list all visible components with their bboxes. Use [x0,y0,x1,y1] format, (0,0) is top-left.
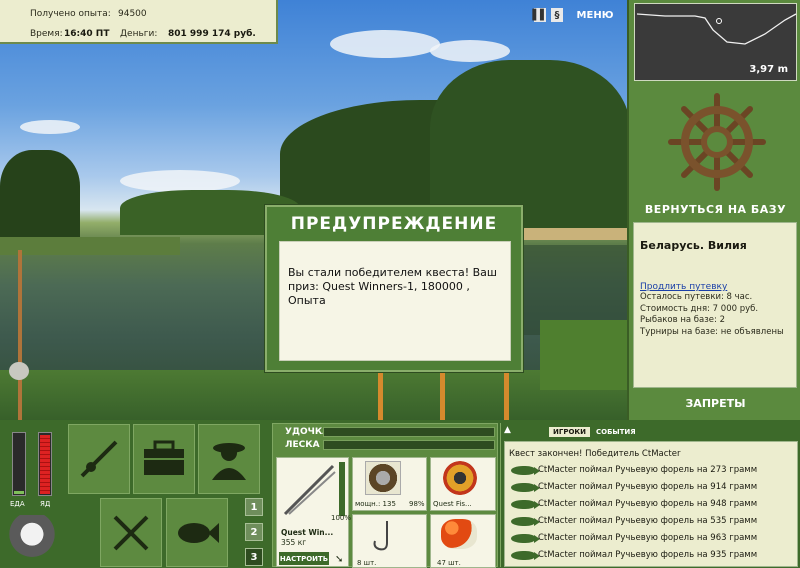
slot-button-3[interactable]: 3 [245,548,263,566]
rod-slot[interactable]: 100% Quest Win... 355 кг НАСТРОИТЬ ➘ [276,457,352,567]
lake-info: Беларусь. Вилия Продлить путевку Осталос… [633,222,797,388]
far-bank [0,237,180,255]
food-gauge [12,432,26,496]
bait-slot[interactable]: 47 шт. [430,514,496,568]
exp-value: 94500 [118,9,147,19]
rod-stand [440,372,445,420]
arrow-icon: ➘ [335,554,344,565]
fish-icon [511,500,540,509]
poison-fill [40,435,50,494]
rod-tension-bar [323,427,495,437]
dialog-message: Вы стали победителем квеста! Ваш приз: Q… [279,241,511,361]
line-slot[interactable]: Quest Fis... [430,457,496,511]
rod-tool-icon[interactable] [68,424,130,494]
extend-permit-link[interactable]: Продлить путевку [640,282,790,292]
reel-power: мощн.: 135 [355,500,396,508]
food-label: ЕДА [10,500,25,508]
bait-count: 47 шт. [437,559,461,567]
bait-image [441,519,477,549]
list-item: CtMacter поймал Ручьевую форель на 935 г… [538,550,758,560]
reel-slot[interactable]: мощн.: 135 98% [352,457,427,511]
cloud [20,120,80,134]
tab-events[interactable]: СОБЫТИЯ [596,428,636,436]
list-item: Квест закончен! Победитель CtMacter [509,449,681,459]
fish-icon [511,517,540,526]
cloud [120,170,240,192]
sound-icon[interactable]: § [551,8,563,22]
permit-remaining: Осталось путевки: 8 час. [640,292,753,302]
cloud [430,40,510,62]
rod-stand [504,372,509,420]
dialog-title: ПРЕДУПРЕЖДЕНИЕ [290,214,498,234]
fisherman-icon[interactable] [198,424,260,494]
line-tension-bar [323,440,495,450]
tackle-box-icon[interactable] [133,424,195,494]
list-item: CtMacter поймал Ручьевую форель на 914 г… [538,482,758,492]
return-to-base-button[interactable]: ВЕРНУТЬСЯ НА БАЗУ [629,203,800,219]
near-grass [0,370,627,420]
fish-icon [511,483,540,492]
fish-icon [511,466,540,475]
rod-percent: 100% [331,514,352,522]
lake-title: Беларусь. Вилия [640,239,747,252]
line-spool-image [443,461,477,495]
line-bar-label: ЛЕСКА [285,440,320,450]
shore [520,228,627,240]
slot-button-2[interactable]: 2 [245,523,263,541]
setup-button[interactable]: НАСТРОИТЬ [279,552,329,565]
cloud [330,30,440,58]
events-list: Квест закончен! Победитель CtMacter CtMa… [504,441,798,567]
list-item: CtMacter поймал Ручьевую форель на 273 г… [538,465,758,475]
rod-durability [339,462,345,516]
hook-icon [373,521,388,551]
rod-stand [378,372,383,420]
distance-readout: 3,97 m [749,64,788,75]
gauges: ЕДА ЯД [6,428,64,512]
rod-pole [18,250,22,420]
line-name: Quest Fis... [433,500,472,508]
hook-slot[interactable]: 8 шт. [352,514,427,568]
rod-name: Quest Win... [281,528,334,537]
time-label: Время: [30,29,63,39]
bans-button[interactable]: ЗАПРЕТЫ [629,397,800,413]
slot-button-1[interactable]: 1 [245,498,263,516]
tackle-panel: УДОЧКА ЛЕСКА 100% Quest Win... 355 кг НА… [272,423,498,568]
reel-image [365,461,401,495]
hook-count: 8 шт. [357,559,377,567]
day-cost: Стоимость дня: 7 000 руб. [640,303,759,314]
money-label: Деньги: [120,29,158,39]
exp-label: Получено опыта: [30,9,111,19]
poison-gauge [38,432,52,496]
rod-image [283,464,336,516]
depth-map[interactable]: 3,97 m [634,3,797,81]
menu-button[interactable]: МЕНЮ [574,8,616,22]
reel-percent: 98% [409,500,425,508]
fish-icon [511,534,540,543]
fish-icon [511,551,540,560]
ship-wheel-icon[interactable] [667,92,767,192]
pot-icon[interactable] [8,515,56,563]
time-value: 16:40 ПТ [64,29,110,39]
food-fill [14,491,24,494]
fish-icon[interactable] [166,498,228,567]
reel [9,362,29,380]
rod-weight: 355 кг [281,538,307,547]
forest [0,150,80,240]
list-item: CtMacter поймал Ручьевую форель на 948 г… [538,499,758,509]
money-value: 801 999 174 руб. [168,29,256,39]
near-grass [540,320,627,390]
tab-players[interactable]: ИГРОКИ [549,427,590,437]
player-info-panel: Получено опыта: 94500 Время: 16:40 ПТ Де… [0,0,278,44]
poison-label: ЯД [40,500,51,508]
anglers-count: Рыбаков на базе: 2 [640,315,725,325]
warning-dialog[interactable]: ПРЕДУПРЕЖДЕНИЕ Вы стали победителем квес… [265,205,523,372]
events-panel: ▲ ИГРОКИ СОБЫТИЯ Квест закончен! Победит… [500,423,800,567]
tournaments: Турниры на базе: не объявлены [640,326,784,337]
pause-icon[interactable]: ▌▌ [532,8,548,22]
right-panel: 3,97 m ВЕРНУТЬСЯ НА БАЗУ Беларусь. Вилия… [627,0,800,420]
list-item: CtMacter поймал Ручьевую форель на 963 г… [538,533,758,543]
list-item: CtMacter поймал Ручьевую форель на 535 г… [538,516,758,526]
cutlery-icon[interactable] [100,498,162,567]
